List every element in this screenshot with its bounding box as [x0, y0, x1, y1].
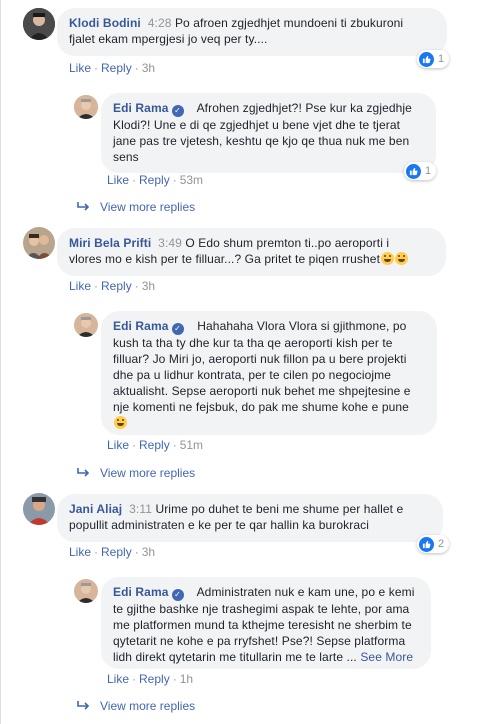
reply-author[interactable]: Edi Rama — [113, 585, 169, 599]
like-button[interactable]: Like — [107, 173, 129, 187]
reply-arrow-icon — [77, 700, 90, 710]
avatar[interactable] — [23, 493, 55, 525]
see-more-link[interactable]: See More — [360, 650, 413, 664]
comment-bubble: Klodi Bodini 4:28 Po afroen zgjedhjet mu… — [57, 8, 447, 56]
like-button[interactable]: Like — [69, 61, 91, 75]
reply-text: filluar? Jo Miri jo, aeroporti nuk fillo… — [113, 352, 407, 366]
reply-bubble: Edi Rama ✓ Hahahaha Vlora Vlora si gjithm… — [101, 311, 437, 435]
view-more-replies-button[interactable]: View more replies — [77, 200, 195, 214]
reply-text: Klodi?! Une e di qe zgjedhjet u bene vje… — [113, 118, 401, 132]
comment-author[interactable]: Jani Aliaj — [69, 502, 122, 516]
view-more-replies-button[interactable]: View more replies — [77, 466, 195, 480]
comment-text: popullit administraten e ke per te qar h… — [69, 518, 369, 532]
comment-age[interactable]: 3h — [142, 61, 155, 75]
comment-author[interactable]: Klodi Bodini — [69, 16, 141, 30]
laughing-emoji-icon — [395, 252, 409, 265]
reply-arrow-icon — [77, 467, 90, 477]
reply-text: kush ta tha ty dhe kur ta tha qe aeropor… — [113, 336, 393, 350]
comment-age[interactable]: 3h — [142, 545, 155, 559]
reply-text: me platformen mund ta kthejme teresisht … — [113, 618, 412, 632]
laughing-emoji-icon — [381, 252, 395, 265]
comment-timestamp[interactable]: 4:28 — [148, 16, 172, 30]
reply-text: sens — [113, 150, 139, 164]
reply-button[interactable]: Reply — [139, 672, 170, 686]
reply-text: dhe pa u lidhur kontrata, per te cilen p… — [113, 368, 392, 382]
comment-age[interactable]: 3h — [142, 279, 155, 293]
comment-bubble: Miri Bela Prifti 3:49 O Edo shum premton… — [57, 228, 446, 276]
like-reaction-icon — [419, 51, 434, 67]
reply-actions: Like · Reply · 53m — [107, 173, 204, 187]
view-more-replies-button[interactable]: View more replies — [77, 699, 195, 713]
reply-button[interactable]: Reply — [101, 545, 132, 559]
reaction-count[interactable]: 2 — [417, 535, 450, 553]
comment-author[interactable]: Miri Bela Prifti — [69, 236, 151, 250]
reply-text: aktualisht. Sepse aeroporti nuk behet me… — [113, 384, 411, 398]
like-button[interactable]: Like — [107, 672, 129, 686]
like-button[interactable]: Like — [107, 438, 129, 452]
reply-text: Administraten nuk e kam une, po e kemi — [196, 585, 415, 599]
reply-text: qytetarit ne kohe e pa rryfshet! Pse?! S… — [113, 634, 406, 648]
comment-actions: Like · Reply · 3h — [69, 279, 156, 293]
avatar[interactable] — [23, 8, 55, 40]
laughing-emoji-icon — [114, 416, 127, 429]
reply-text: lidh direkt qytetarin me titullarin me t… — [113, 650, 357, 664]
comment-text: fjalet ekam mpergjesi jo veq per ty.... — [69, 32, 268, 46]
avatar[interactable] — [23, 227, 55, 259]
left-border — [0, 0, 1, 724]
reply-age[interactable]: 51m — [180, 438, 203, 452]
comment-text: vlores mo e kish per te filluar...? Ga p… — [69, 252, 381, 266]
reply-author[interactable]: Edi Rama — [113, 101, 169, 115]
avatar[interactable] — [74, 313, 98, 337]
comment-text: Urime po duhet te beni me shume per hall… — [155, 502, 404, 516]
avatar[interactable] — [74, 579, 98, 603]
reply-text: jane pas tre vjetesh, keshtu qe kjo qe t… — [113, 134, 410, 148]
reply-button[interactable]: Reply — [139, 173, 170, 187]
reaction-count[interactable]: 1 — [404, 162, 437, 180]
reply-age[interactable]: 53m — [180, 173, 203, 187]
like-button[interactable]: Like — [69, 545, 91, 559]
reply-button[interactable]: Reply — [101, 61, 132, 75]
reply-button[interactable]: Reply — [139, 438, 170, 452]
reply-author[interactable]: Edi Rama — [113, 319, 169, 333]
like-button[interactable]: Like — [69, 279, 91, 293]
like-reaction-icon — [406, 163, 421, 179]
avatar[interactable] — [74, 95, 98, 119]
verified-badge-icon: ✓ — [171, 589, 184, 601]
reply-age[interactable]: 1h — [180, 672, 193, 686]
comment-bubble: Jani Aliaj 3:11 Urime po duhet te beni m… — [57, 494, 443, 542]
reply-text: Hahahaha Vlora Vlora si gjithmone, po — [197, 319, 407, 333]
comment-text: Po afroen zgjedhjet mundoeni ti zbukuron… — [174, 16, 404, 30]
reply-actions: Like · Reply · 51m — [107, 438, 204, 452]
reply-arrow-icon — [77, 201, 90, 211]
reply-text: Afrohen zgjedhjet?! Pse kur ka zgjedhje — [196, 101, 412, 115]
reply-actions: Like · Reply · 1h — [107, 672, 194, 686]
comment-text: O Edo shum premton ti..po aeroporti i — [185, 236, 390, 250]
verified-badge-icon: ✓ — [171, 323, 184, 335]
comment-actions: Like · Reply · 3h — [69, 545, 156, 559]
comment-timestamp[interactable]: 3:49 — [158, 236, 182, 250]
reply-button[interactable]: Reply — [101, 279, 132, 293]
reply-text: nje komenti ne fejsbuk, do pak me shume … — [113, 400, 409, 414]
comment-timestamp[interactable]: 3:11 — [129, 502, 152, 516]
reply-text: te gjithe bashke nje trashegimi aspak te… — [113, 602, 410, 616]
like-reaction-icon — [419, 536, 434, 552]
reaction-count[interactable]: 1 — [417, 50, 450, 68]
verified-badge-icon: ✓ — [171, 105, 184, 117]
comment-actions: Like · Reply · 3h — [69, 61, 156, 75]
reply-bubble: Edi Rama ✓ Afrohen zgjedhjet?! Pse kur ka… — [101, 93, 436, 173]
reply-bubble: Edi Rama ✓ Administraten nuk e kam une, p… — [101, 577, 431, 669]
